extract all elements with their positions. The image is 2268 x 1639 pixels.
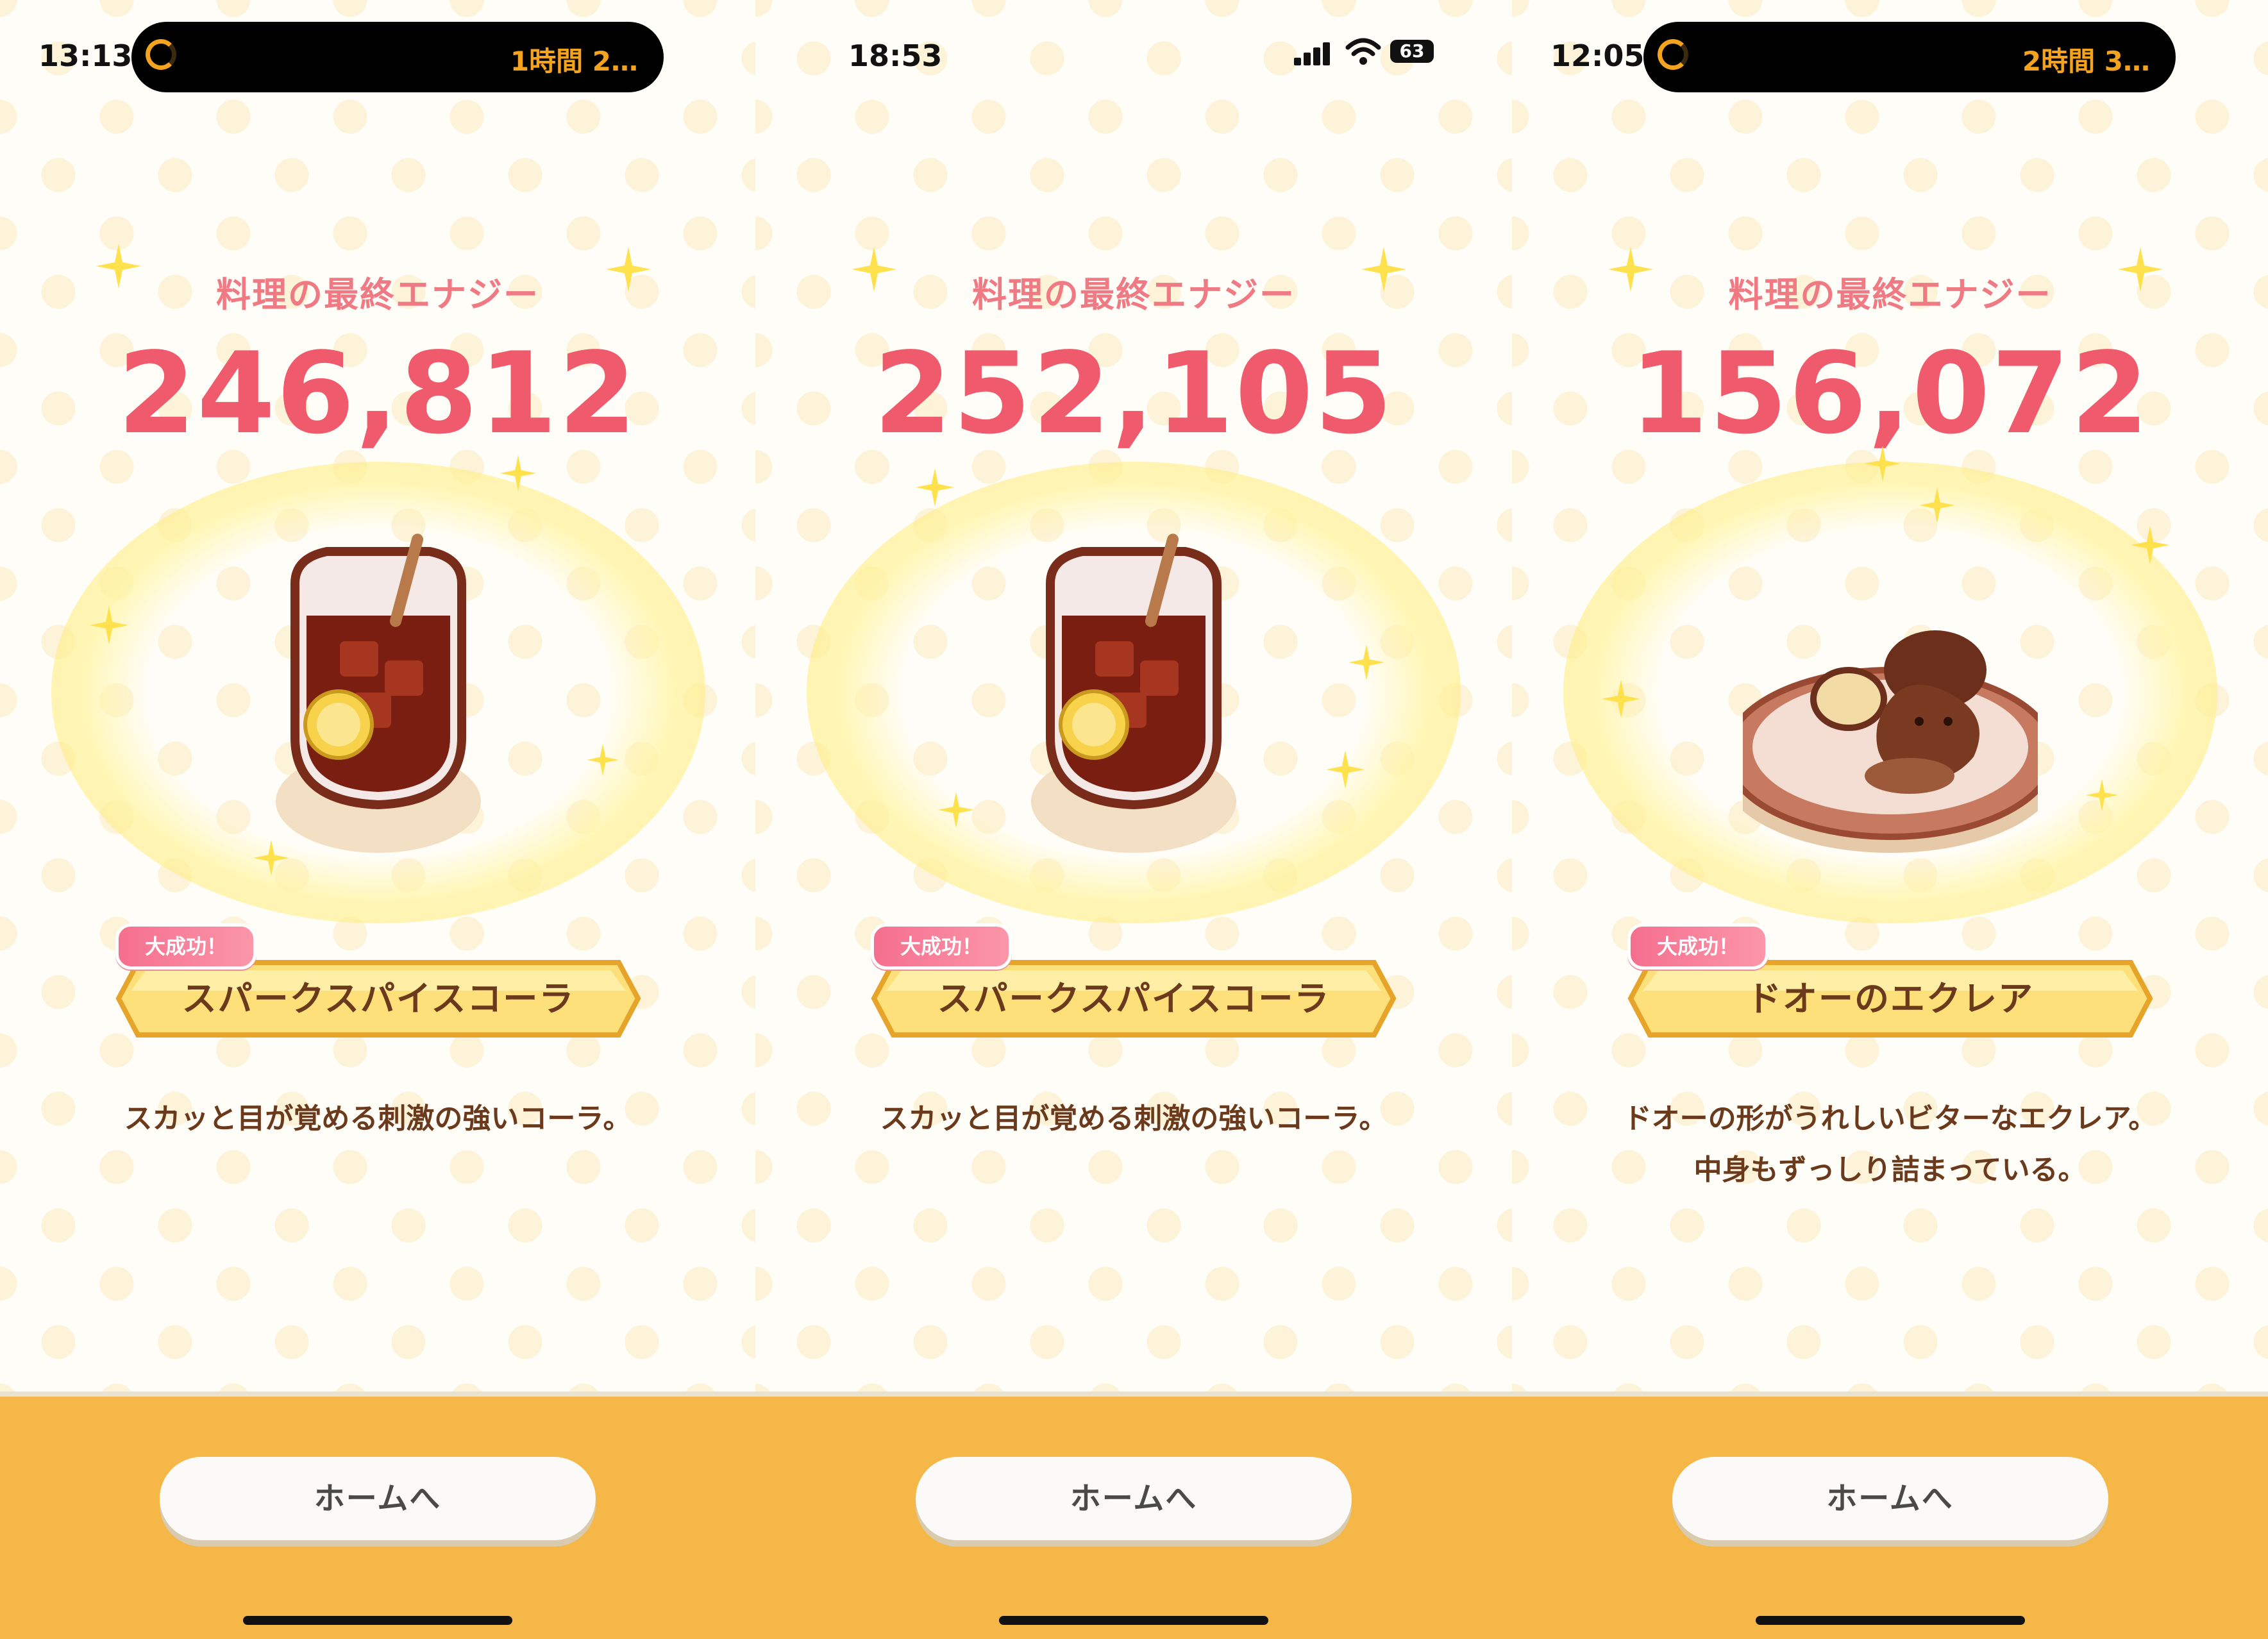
sparkle-icon <box>90 606 128 644</box>
dish-description: スカッと目が覚める刺激の強いコーラ。 <box>755 1093 1512 1145</box>
status-time: 18:53 <box>848 38 943 73</box>
energy-value: 252,105 <box>873 329 1394 459</box>
wifi-icon <box>1345 38 1381 65</box>
cooking-result-panel-2: 18:53 63 料理の最終エナジー 252,105 大成功！ スパークスパイス… <box>755 0 1512 1639</box>
home-indicator[interactable] <box>1755 1616 2025 1625</box>
great-success-badge: 大成功！ <box>871 923 1012 970</box>
timer-ring-icon <box>1658 39 1688 70</box>
dish-name-ribbon: スパークスパイスコーラ <box>871 959 1397 1039</box>
dynamic-island[interactable]: 1時間 2… <box>131 22 664 92</box>
dish-name: ドオーのエクレア <box>1747 979 2034 1019</box>
great-success-badge: 大成功！ <box>1627 923 1768 970</box>
energy-value: 156,072 <box>1629 329 2151 459</box>
home-indicator[interactable] <box>999 1616 1268 1625</box>
home-button[interactable]: ホームへ <box>916 1457 1352 1540</box>
island-timer-text: 1時間 2… <box>510 46 638 77</box>
eclair-plate-icon <box>1743 630 2038 853</box>
footer-bar: ホームへ <box>0 1391 755 1639</box>
description-line: スカッと目が覚める刺激の強いコーラ。 <box>124 1102 632 1135</box>
sparkle-icon <box>1865 446 1901 482</box>
sparkle-icon <box>1348 644 1384 680</box>
status-time: 12:05 <box>1550 38 1645 73</box>
footer-bar: ホームへ <box>1512 1391 2268 1639</box>
sparkle-icon <box>2131 526 2169 564</box>
home-button[interactable]: ホームへ <box>1672 1457 2108 1540</box>
energy-value: 246,812 <box>117 329 638 459</box>
cellular-signal-icon <box>1294 37 1332 65</box>
cola-glass-icon <box>276 534 481 853</box>
sparkle-icon <box>852 247 896 292</box>
sparkle-icon <box>1361 247 1406 292</box>
timer-ring-icon <box>146 39 176 70</box>
island-timer-text: 2時間 3… <box>2022 46 2150 77</box>
description-line: スカッと目が覚める刺激の強いコーラ。 <box>880 1102 1388 1135</box>
cooking-result-panel-1: 13:13 1時間 2… 料理の最終エナジー 246,812 大成功！ スパーク… <box>0 0 755 1639</box>
dish-description: ドオーの形がうれしいビターなエクレア。 中身もずっしり詰まっている。 <box>1512 1093 2268 1196</box>
home-indicator[interactable] <box>243 1616 512 1625</box>
sparkle-icon <box>2118 247 2163 292</box>
home-button[interactable]: ホームへ <box>160 1457 596 1540</box>
sparkle-icon <box>96 244 141 289</box>
dish-name-ribbon: ドオーのエクレア <box>1627 959 2153 1039</box>
sparkle-icon <box>2086 779 2118 811</box>
sparkle-icon <box>1602 680 1640 718</box>
sparkle-icon <box>938 792 974 828</box>
sparkle-icon <box>1608 247 1653 292</box>
dish-description: スカッと目が覚める刺激の強いコーラ。 <box>0 1093 755 1145</box>
sparkle-icon <box>916 468 954 507</box>
footer-bar: ホームへ <box>755 1391 1512 1639</box>
sparkle-icon <box>1326 750 1365 789</box>
description-line: 中身もずっしり詰まっている。 <box>1693 1154 2087 1186</box>
cola-glass-icon <box>1031 534 1236 853</box>
sparkle-icon <box>1919 487 1955 523</box>
status-time: 13:13 <box>38 38 133 73</box>
sparkle-icon <box>500 455 536 491</box>
sparkle-icon <box>587 744 619 776</box>
description-line: ドオーの形がうれしいビターなエクレア。 <box>1623 1102 2157 1135</box>
great-success-badge: 大成功！ <box>115 923 256 970</box>
dish-name: スパークスパイスコーラ <box>937 979 1331 1019</box>
dynamic-island[interactable]: 2時間 3… <box>1643 22 2176 92</box>
cooking-result-panel-3: 12:05 2時間 3… 料理の最終エナジー 156,072 大成功！ ドオーの… <box>1512 0 2268 1639</box>
battery-icon: 63 <box>1390 40 1434 63</box>
sparkle-icon <box>606 247 651 292</box>
dish-name: スパークスパイスコーラ <box>181 979 575 1019</box>
dish-name-ribbon: スパークスパイスコーラ <box>115 959 641 1039</box>
